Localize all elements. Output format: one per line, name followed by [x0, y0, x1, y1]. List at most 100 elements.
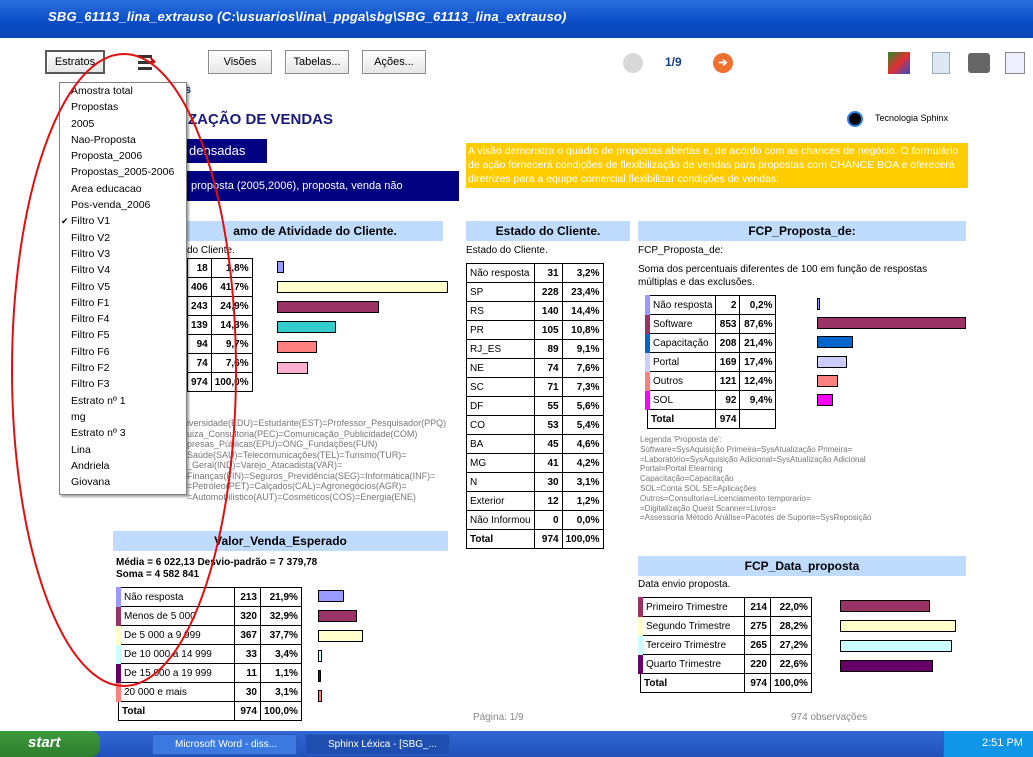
bar: [817, 394, 833, 406]
table-cell: 9,4%: [739, 390, 777, 410]
chart-icon[interactable]: [888, 52, 910, 74]
estado-subtitle: Estado do Cliente.: [466, 245, 548, 256]
legend-line: SOL=Conta SOL SE=Aplicações: [640, 483, 757, 493]
export-icon[interactable]: [1005, 52, 1025, 74]
table-cell: 32,9%: [260, 606, 302, 626]
table-cell: 265: [744, 635, 771, 655]
table-cell: 12,4%: [739, 371, 777, 391]
table-cell: 275: [744, 616, 771, 636]
table-cell: SOL: [644, 390, 717, 410]
legend-line: Portal=Portal Elearning: [640, 464, 723, 474]
table-cell: MG: [466, 453, 535, 473]
sphinx-logo-icon: [847, 111, 863, 127]
table-cell: 974: [744, 673, 771, 693]
table-cell: 169: [715, 352, 741, 372]
table-row: Capacitação 208 21,4%: [644, 333, 777, 353]
table-cell: Não Informou: [466, 510, 535, 530]
table-cell: NE: [466, 358, 535, 378]
table-cell: 89: [533, 339, 563, 359]
acoes-button[interactable]: Ações...: [362, 50, 426, 74]
table-cell: 7,3%: [561, 377, 604, 397]
bar: [817, 374, 839, 387]
legend-line: Outros=Consultoria=Licenciamento tempora…: [640, 493, 811, 503]
table-row: Exterior 12 1,2%: [466, 491, 604, 511]
bar: [318, 590, 345, 602]
table-cell: 21,4%: [739, 333, 777, 353]
table-cell: 12: [533, 491, 563, 511]
table-cell: 100,0%: [770, 673, 812, 693]
bar: [318, 650, 323, 662]
table-cell: Não resposta: [466, 263, 535, 283]
taskbar-word-item[interactable]: Microsoft Word - diss...: [152, 734, 297, 755]
table-cell: Segundo Trimestre: [638, 616, 745, 636]
bar: [817, 317, 966, 330]
tabelas-button[interactable]: Tabelas...: [285, 50, 349, 74]
table-cell: 28,2%: [770, 616, 812, 636]
taskbar-sphinx-item[interactable]: Sphinx Léxica - [SBG_...: [305, 734, 450, 755]
bar: [277, 341, 317, 354]
table-cell: Total: [646, 409, 717, 429]
bar: [318, 610, 358, 622]
table-cell: SP: [466, 282, 535, 302]
bar: [277, 261, 285, 273]
fcp-section-title: FCP_Proposta_de:: [638, 221, 966, 241]
bar: [817, 298, 820, 310]
table-row: BA 45 4,6%: [466, 434, 604, 454]
table-cell: 10,8%: [561, 320, 604, 340]
system-tray-clock: 2:51 PM: [943, 731, 1033, 757]
table-cell: Não resposta: [644, 295, 717, 315]
copy-icon[interactable]: [932, 52, 950, 74]
table-cell: Total: [118, 701, 235, 721]
start-button[interactable]: start: [0, 731, 100, 757]
table-row: Total 974 100,0%: [640, 673, 812, 693]
table-cell: BA: [466, 434, 535, 454]
table-row: Outros 121 12,4%: [644, 371, 777, 391]
table-row: Software 853 87,6%: [644, 314, 777, 334]
bar: [840, 600, 931, 612]
table-cell: 4,2%: [561, 453, 604, 473]
legend-line: =Digitalização Quest Scanner=Livros=: [640, 503, 777, 513]
table-cell: 105: [533, 320, 563, 340]
table-cell: 2: [715, 295, 741, 315]
observations-count: 974 observações: [791, 712, 868, 723]
legend-line: =Laboratório=SysAquisição Adicional=SysA…: [640, 454, 866, 464]
table-cell: Software: [644, 314, 717, 334]
table-row: DF 55 5,6%: [466, 396, 604, 416]
taskbar: start Microsoft Word - diss... Sphinx Lé…: [0, 731, 1033, 757]
table-row: RJ_ES 89 9,1%: [466, 339, 604, 359]
table-row: MG 41 4,2%: [466, 453, 604, 473]
table-cell: 22,0%: [770, 597, 812, 617]
bar: [318, 630, 364, 642]
table-cell: 1,1%: [260, 663, 302, 683]
print-icon[interactable]: [968, 53, 990, 73]
previous-page-icon[interactable]: [623, 53, 643, 73]
data-proposta-subtitle: Data envio proposta.: [638, 579, 731, 590]
table-row: RS 140 14,4%: [466, 301, 604, 321]
legend-line: Software=SysAquisição Primeira=SysAtuali…: [640, 444, 853, 454]
table-cell: 5,4%: [561, 415, 604, 435]
table-row: Total 974 100,0%: [466, 529, 604, 549]
table-cell: 31: [533, 263, 563, 283]
bar: [318, 690, 322, 702]
table-row: Terceiro Trimestre 265 27,2%: [638, 635, 812, 655]
table-cell: Capacitação: [644, 333, 717, 353]
table-row: CO 53 5,4%: [466, 415, 604, 435]
table-row: Total 974: [646, 409, 777, 429]
data-proposta-section-title: FCP_Data_proposta: [638, 556, 966, 576]
table-cell: 214: [744, 597, 771, 617]
next-page-icon[interactable]: ➔: [713, 53, 733, 73]
table-cell: 3,2%: [561, 263, 604, 283]
table-cell: Terceiro Trimestre: [638, 635, 745, 655]
table-row: SP 228 23,4%: [466, 282, 604, 302]
table-cell: 853: [715, 314, 741, 334]
table-cell: 0,2%: [739, 295, 777, 315]
table-cell: 37,7%: [260, 625, 302, 645]
bar: [318, 670, 321, 682]
table-cell: 4,6%: [561, 434, 604, 454]
table-cell: 121: [715, 371, 741, 391]
table-row: PR 105 10,8%: [466, 320, 604, 340]
table-cell: 92: [715, 390, 741, 410]
table-cell: 22,6%: [770, 654, 812, 674]
table-cell: RS: [466, 301, 535, 321]
table-cell: N: [466, 472, 535, 492]
